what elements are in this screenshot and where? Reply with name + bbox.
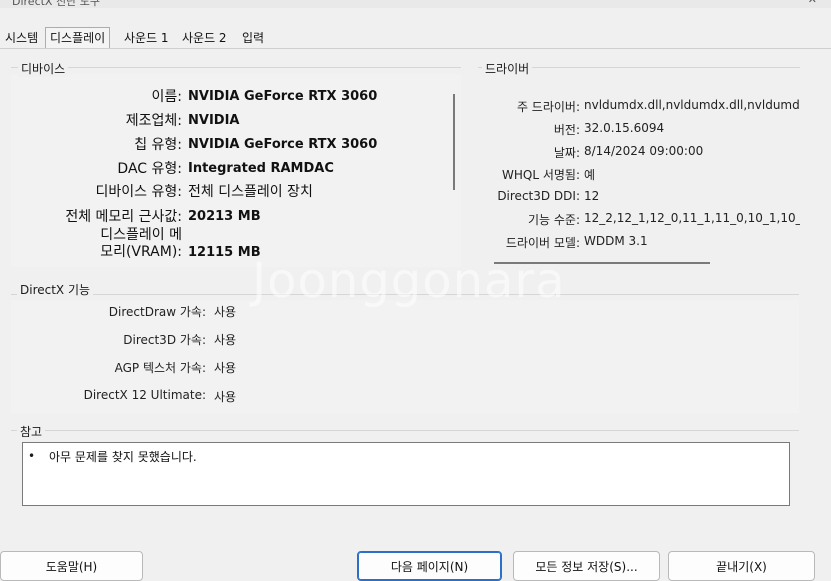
total-memory-label: 전체 메모리 근사값:	[65, 209, 182, 225]
help-button[interactable]: 도움말(H)	[0, 551, 143, 581]
driver-row-whql: WHQL 서명됨: 예	[492, 166, 800, 183]
ddi-value: 12	[584, 189, 600, 203]
feature-levels-value: 12_2,12_1,12_0,11_1,11_0,10_1,10_0,9_	[584, 211, 800, 225]
main-driver-label: 주 드라이버:	[516, 100, 580, 114]
manufacturer-label: 제조업체:	[125, 113, 182, 129]
date-label: 날짜:	[553, 146, 580, 160]
device-row-total-memory: 전체 메모리 근사값: 20213 MB	[10, 206, 261, 226]
next-page-button[interactable]: 다음 페이지(N)	[357, 551, 502, 581]
driver-row-date: 날짜: 8/14/2024 09:00:00	[492, 144, 800, 161]
driver-row-feature-levels: 기능 수준: 12_2,12_1,12_0,11_1,11_0,10_1,10_…	[492, 211, 800, 228]
close-icon[interactable]: ✕	[808, 0, 817, 6]
version-label: 버전:	[553, 123, 580, 137]
window-title: DirectX 진단 도구	[12, 0, 100, 8]
driver-row-ddi: Direct3D DDI: 12	[492, 189, 800, 203]
dac-type-value: Integrated RAMDAC	[188, 160, 334, 176]
dac-type-label: DAC 유형:	[117, 161, 182, 177]
window-titlebar: DirectX 진단 도구 ✕	[0, 0, 831, 8]
exit-button[interactable]: 끝내기(X)	[668, 551, 815, 581]
notes-item: 아무 문제를 찾지 못했습니다.	[49, 450, 197, 464]
tab-sound-2[interactable]: 사운드 2	[180, 29, 229, 47]
feature-row-direct3d: Direct3D 가속: 사용	[0, 331, 236, 348]
tab-strip: 시스템 디스플레이 사운드 1 사운드 2 입력	[0, 27, 831, 49]
device-type-value: 전체 디스플레이 장치	[188, 184, 313, 200]
direct3d-label: Direct3D 가속:	[123, 333, 206, 347]
device-scrollbar[interactable]	[453, 94, 455, 190]
whql-value: 예	[584, 168, 596, 182]
notes-textbox[interactable]: • 아무 문제를 찾지 못했습니다.	[22, 442, 790, 506]
feature-row-directdraw: DirectDraw 가속: 사용	[0, 303, 236, 320]
watermark: Joonggonara	[252, 253, 566, 309]
total-memory-value: 20213 MB	[188, 208, 261, 224]
device-name-value: NVIDIA GeForce RTX 3060	[188, 88, 378, 104]
agp-label: AGP 텍스처 가속:	[114, 361, 206, 375]
directdraw-value: 사용	[214, 305, 237, 319]
ddi-label: Direct3D DDI:	[497, 189, 580, 203]
driver-row-model: 드라이버 모델: WDDM 3.1	[492, 234, 800, 251]
notes-group-border	[11, 430, 799, 431]
date-value: 8/14/2024 09:00:00	[584, 144, 704, 158]
tab-input[interactable]: 입력	[240, 29, 266, 47]
device-row-chip: 칩 유형: NVIDIA GeForce RTX 3060	[10, 134, 377, 154]
device-row-vram: 디스플레이 메 모리(VRAM): 12115 MB	[10, 227, 261, 261]
vram-label-line1: 디스플레이 메	[100, 227, 182, 243]
feature-row-dx12-ultimate: DirectX 12 Ultimate: 사용	[0, 388, 236, 405]
vram-label-line2: 모리(VRAM):	[100, 244, 182, 260]
chip-type-value: NVIDIA GeForce RTX 3060	[188, 136, 378, 152]
driver-row-main: 주 드라이버: nvldumdx.dll,nvldumdx.dll,nvldum…	[492, 98, 800, 115]
tab-system[interactable]: 시스템	[3, 29, 40, 47]
driver-row-version: 버전: 32.0.15.6094	[492, 121, 800, 138]
feature-row-agp: AGP 텍스처 가속: 사용	[0, 359, 237, 376]
manufacturer-value: NVIDIA	[188, 112, 240, 128]
agp-value: 사용	[214, 361, 237, 375]
device-row-dac: DAC 유형: Integrated RAMDAC	[10, 158, 334, 178]
notes-group-title: 참고	[17, 423, 46, 440]
vram-label: 디스플레이 메 모리(VRAM):	[10, 227, 182, 261]
driver-group-title: 드라이버	[482, 60, 533, 77]
device-type-label: 디바이스 유형:	[95, 184, 182, 200]
notes-bullet: •	[28, 449, 36, 463]
device-group-title: 디바이스	[18, 60, 69, 77]
device-row-manufacturer: 제조업체: NVIDIA	[10, 110, 240, 130]
vram-value: 12115 MB	[188, 245, 261, 260]
device-row-name: 이름: NVIDIA GeForce RTX 3060	[10, 86, 378, 106]
whql-label: WHQL 서명됨:	[502, 168, 580, 182]
tab-display[interactable]: 디스플레이	[45, 27, 111, 48]
device-row-type: 디바이스 유형: 전체 디스플레이 장치	[10, 181, 313, 201]
tab-divider	[0, 48, 831, 49]
driver-model-label: 드라이버 모델:	[505, 236, 580, 250]
direct3d-value: 사용	[214, 333, 237, 347]
dx12-ultimate-value: 사용	[214, 390, 237, 404]
device-group-border	[11, 67, 461, 68]
directdraw-label: DirectDraw 가속:	[108, 305, 206, 319]
dx12-ultimate-label: DirectX 12 Ultimate:	[83, 388, 206, 402]
save-all-info-button[interactable]: 모든 정보 저장(S)...	[513, 551, 660, 581]
main-driver-value: nvldumdx.dll,nvldumdx.dll,nvldumdx.dl	[584, 98, 800, 112]
feature-levels-label: 기능 수준:	[527, 213, 580, 227]
chip-type-label: 칩 유형:	[134, 137, 182, 153]
version-value: 32.0.15.6094	[584, 121, 665, 135]
tab-sound-1[interactable]: 사운드 1	[122, 29, 171, 47]
device-name-label: 이름:	[151, 89, 182, 105]
driver-model-value: WDDM 3.1	[584, 234, 648, 248]
features-group-title: DirectX 기능	[17, 281, 94, 298]
